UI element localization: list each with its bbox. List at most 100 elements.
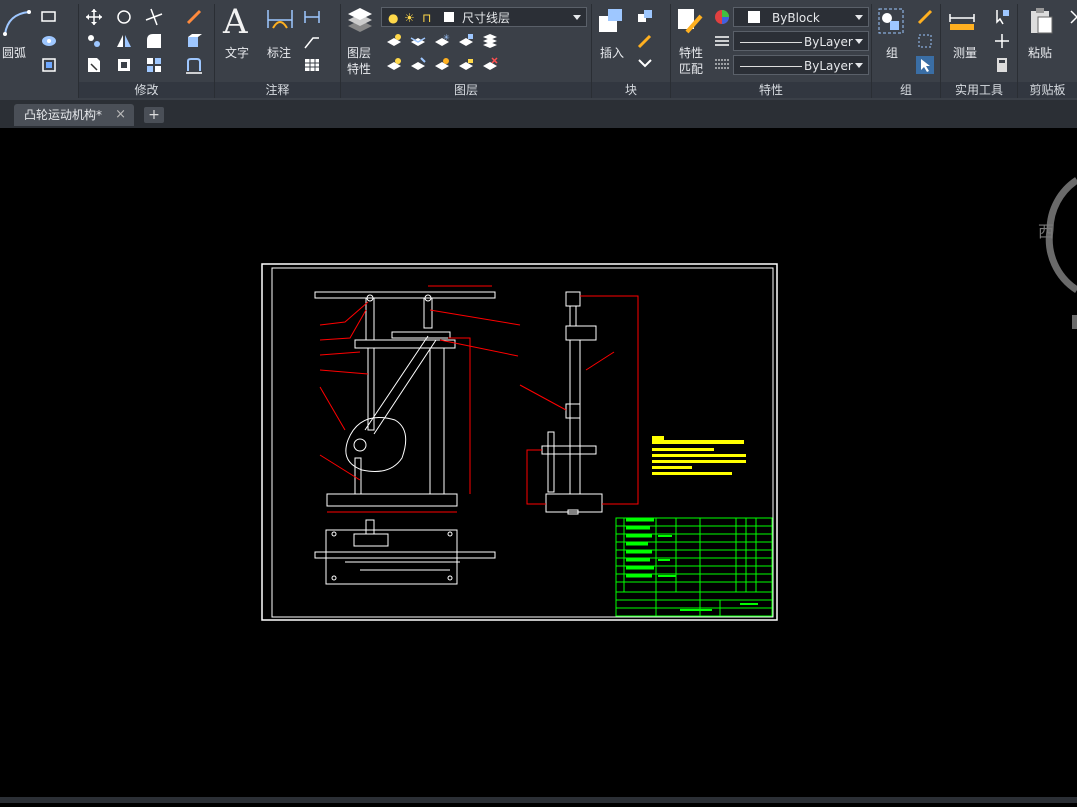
rectangle-icon[interactable] xyxy=(40,8,58,26)
table-icon[interactable] xyxy=(303,56,321,74)
calculator-icon[interactable] xyxy=(993,56,1011,74)
technical-notes xyxy=(652,436,746,475)
arc-icon[interactable] xyxy=(2,8,32,38)
layer-color-swatch xyxy=(444,12,454,22)
erase-icon[interactable] xyxy=(185,8,203,26)
quick-select-icon[interactable] xyxy=(993,8,1011,26)
draw-panel: 圆弧 xyxy=(0,0,78,100)
svg-text:✳: ✳ xyxy=(443,33,450,42)
layer-properties-label-1[interactable]: 图层 xyxy=(347,44,371,61)
dimension-tool-label[interactable]: 标注 xyxy=(267,44,291,61)
lineweight-dropdown[interactable]: ByLayer xyxy=(733,55,869,75)
edit-attributes-icon[interactable] xyxy=(636,56,654,74)
chevron-down-icon xyxy=(855,63,863,68)
viewcube[interactable]: 西 xyxy=(1038,177,1077,329)
layer-match-icon[interactable] xyxy=(409,56,427,74)
hatch-icon[interactable] xyxy=(40,32,58,50)
group-selection-icon[interactable] xyxy=(916,56,934,74)
layer-freeze-icon[interactable]: ✳ xyxy=(433,32,451,50)
color-dropdown[interactable]: ByBlock xyxy=(733,7,869,27)
layer-properties-icon[interactable] xyxy=(345,6,375,36)
measure-label[interactable]: 测量 xyxy=(953,44,977,61)
properties-panel-title[interactable]: 特性 xyxy=(671,82,871,98)
offset-icon[interactable] xyxy=(185,56,203,74)
layers-panel: 图层 特性 ● ☀ ⊓ 尺寸线层 ✳ 图层 xyxy=(341,0,591,100)
close-icon[interactable]: × xyxy=(115,104,126,126)
text-icon[interactable]: A xyxy=(223,2,248,42)
insert-block-icon[interactable] xyxy=(596,6,626,36)
match-properties-icon[interactable] xyxy=(675,6,705,36)
lineweight-preview xyxy=(740,66,802,67)
lineweight-icon[interactable] xyxy=(713,56,731,74)
scale-icon[interactable] xyxy=(115,56,133,74)
annotation-panel-title[interactable]: 注释 xyxy=(215,82,340,98)
new-tab-button[interactable]: + xyxy=(144,107,164,123)
match-properties-label-2[interactable]: 匹配 xyxy=(679,60,703,77)
current-layer-name: 尺寸线层 xyxy=(462,11,511,25)
cut-icon[interactable] xyxy=(1068,8,1077,26)
utilities-panel-title[interactable]: 实用工具 xyxy=(941,82,1017,98)
layers-panel-title[interactable]: 图层 xyxy=(341,82,591,98)
layer-delete-icon[interactable] xyxy=(481,56,499,74)
group-label[interactable]: 组 xyxy=(886,44,898,61)
ribbon: 圆弧 修改 A 文字 标注 注释 图层 特性 ● ☀ ⊓ 尺寸线层 ✳ 图层 插… xyxy=(0,0,1077,101)
arc-label[interactable]: 圆弧 xyxy=(2,44,26,61)
stretch-icon[interactable] xyxy=(85,56,103,74)
groups-panel-title[interactable]: 组 xyxy=(872,82,940,98)
edit-block-icon[interactable] xyxy=(636,32,654,50)
title-block xyxy=(615,517,773,617)
document-tab[interactable]: 凸轮运动机构* × xyxy=(14,104,134,126)
drawing-canvas[interactable]: 西 xyxy=(0,128,1077,803)
move-icon[interactable] xyxy=(85,8,103,26)
linetype-dropdown[interactable]: ByLayer xyxy=(733,31,869,51)
drawing-svg: 西 xyxy=(261,177,1077,621)
id-point-icon[interactable] xyxy=(993,32,1011,50)
color-wheel-icon[interactable] xyxy=(713,8,731,26)
array-icon[interactable] xyxy=(145,56,163,74)
utilities-panel: 测量 实用工具 xyxy=(941,0,1017,100)
front-view-leaders xyxy=(319,285,521,513)
layer-properties-label-2[interactable]: 特性 xyxy=(347,60,371,77)
measure-icon[interactable] xyxy=(947,6,977,36)
clipboard-panel-title[interactable]: 剪贴板 xyxy=(1018,82,1077,98)
paste-icon[interactable] xyxy=(1026,6,1056,36)
color-value: ByBlock xyxy=(772,11,820,25)
layer-thaw-icon[interactable] xyxy=(433,56,451,74)
match-properties-label-1[interactable]: 特性 xyxy=(679,44,703,61)
chevron-down-icon xyxy=(573,15,581,20)
lock-icon: ⊓ xyxy=(422,11,432,25)
block-panel-title[interactable]: 块 xyxy=(592,82,670,98)
group-icon[interactable] xyxy=(876,6,906,36)
chevron-down-icon xyxy=(855,15,863,20)
trim-icon[interactable] xyxy=(145,8,163,26)
insert-label[interactable]: 插入 xyxy=(600,44,624,61)
ungroup-icon[interactable] xyxy=(916,8,934,26)
layer-unlock-icon[interactable] xyxy=(457,56,475,74)
fillet-icon[interactable] xyxy=(145,32,163,50)
layer-lock-icon[interactable] xyxy=(457,32,475,50)
layer-on-icon[interactable] xyxy=(385,56,403,74)
modify-panel-title[interactable]: 修改 xyxy=(79,82,214,98)
dimension-icon[interactable] xyxy=(265,6,295,36)
boundary-icon[interactable] xyxy=(40,56,58,74)
layer-dropdown[interactable]: ● ☀ ⊓ 尺寸线层 xyxy=(381,7,587,27)
annotation-panel: A 文字 标注 注释 xyxy=(215,0,340,100)
rotate-icon[interactable] xyxy=(115,8,133,26)
color-swatch xyxy=(748,11,760,23)
side-view-leaders xyxy=(519,295,639,505)
mirror-icon[interactable] xyxy=(115,32,133,50)
paste-label[interactable]: 粘贴 xyxy=(1028,44,1052,61)
side-view xyxy=(541,291,603,515)
create-block-icon[interactable] xyxy=(636,8,654,26)
linear-dim-icon[interactable] xyxy=(303,8,321,26)
leader-icon[interactable] xyxy=(303,32,321,50)
lineweight-value: ByLayer xyxy=(804,59,853,73)
linetype-icon[interactable] xyxy=(713,32,731,50)
group-edit-icon[interactable] xyxy=(916,32,934,50)
copy-icon[interactable] xyxy=(85,32,103,50)
layer-off-icon[interactable] xyxy=(385,32,403,50)
layer-isolate-icon[interactable] xyxy=(409,32,427,50)
array-3d-icon[interactable] xyxy=(185,32,203,50)
text-tool-label[interactable]: 文字 xyxy=(225,44,249,61)
layer-merge-icon[interactable] xyxy=(481,32,499,50)
